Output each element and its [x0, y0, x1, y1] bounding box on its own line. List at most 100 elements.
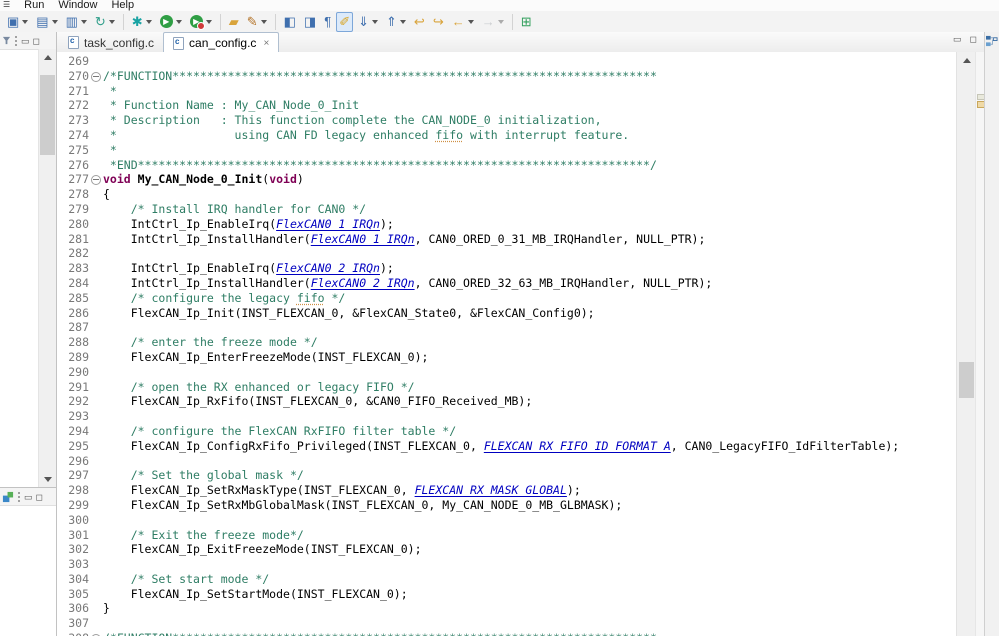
open-folder-button[interactable]: ▰	[226, 12, 242, 32]
code-text[interactable]: /* Install IRQ handler for CAN0 */	[103, 202, 366, 217]
line-number[interactable]: 274	[57, 128, 89, 143]
prev-annotation-button[interactable]: ⇑	[383, 12, 409, 32]
line-number[interactable]: 289	[57, 350, 89, 365]
line-number[interactable]: 275	[57, 143, 89, 158]
code-line[interactable]: 291 /* open the RX enhanced or legacy FI…	[57, 380, 957, 395]
code-line[interactable]: 279 /* Install IRQ handler for CAN0 */	[57, 202, 957, 217]
maximize-view-button[interactable]: ◻	[33, 34, 40, 48]
code-line[interactable]: 298 FlexCAN_Ip_SetRxMaskType(INST_FLEXCA…	[57, 483, 957, 498]
code-line[interactable]: 287	[57, 320, 957, 335]
line-number[interactable]: 299	[57, 498, 89, 513]
dropdown-arrow-icon[interactable]	[399, 19, 406, 24]
line-number[interactable]: 286	[57, 306, 89, 321]
line-number[interactable]: 282	[57, 246, 89, 261]
line-number[interactable]: 281	[57, 232, 89, 247]
code-text[interactable]: /* enter the freeze mode */	[103, 335, 318, 350]
code-text[interactable]: *	[103, 84, 117, 99]
next-edit-location-button[interactable]: ↪	[430, 12, 447, 32]
code-text[interactable]: /* Set start mode */	[103, 572, 269, 587]
code-line[interactable]: 304 /* Set start mode */	[57, 572, 957, 587]
code-line[interactable]: 306}	[57, 601, 957, 616]
pin-editor-button[interactable]: ◨	[301, 12, 319, 32]
toggle-source-header-button[interactable]: ◧	[281, 12, 299, 32]
code-line[interactable]: 285 /* configure the legacy fifo */	[57, 291, 957, 306]
line-number[interactable]: 308	[57, 631, 89, 636]
code-line[interactable]: 293	[57, 409, 957, 424]
maximize-view-button[interactable]: ◻	[36, 490, 43, 504]
line-number[interactable]: 273	[57, 113, 89, 128]
forward-button[interactable]: →	[479, 12, 507, 32]
code-text[interactable]: }	[103, 601, 110, 616]
code-text[interactable]: /*FUNCTION******************************…	[103, 69, 657, 84]
line-number[interactable]: 297	[57, 468, 89, 483]
toggle-highlight-button[interactable]: ✐	[336, 11, 354, 32]
back-button[interactable]: ←	[449, 12, 477, 32]
close-tab-icon[interactable]: ×	[263, 38, 269, 49]
code-line[interactable]: 283 IntCtrl_Ip_EnableIrq(FlexCAN0_2_IRQn…	[57, 261, 957, 276]
code-text[interactable]: FlexCAN_Ip_SetRxMaskType(INST_FLEXCAN_0,…	[103, 483, 581, 498]
view-grip[interactable]	[17, 490, 21, 503]
line-number[interactable]: 301	[57, 528, 89, 543]
code-line[interactable]: 292 FlexCAN_Ip_RxFifo(INST_FLEXCAN_0, &C…	[57, 394, 957, 409]
view-grip[interactable]	[14, 34, 18, 47]
code-text[interactable]: /*FUNCTION******************************…	[103, 631, 657, 636]
code-line[interactable]: 297 /* Set the global mask */	[57, 468, 957, 483]
line-number[interactable]: 306	[57, 601, 89, 616]
code-line[interactable]: 276 *END********************************…	[57, 158, 957, 173]
open-perspective-button[interactable]: ⊞	[518, 12, 535, 32]
scroll-down-arrow[interactable]	[39, 471, 56, 487]
outline-view-icon[interactable]	[986, 35, 998, 47]
show-whitespace-button[interactable]: ¶	[321, 12, 334, 32]
line-number[interactable]: 307	[57, 616, 89, 631]
code-line[interactable]: 301 /* Exit the freeze mode*/	[57, 528, 957, 543]
dropdown-arrow-icon[interactable]	[260, 19, 267, 24]
dropdown-arrow-icon[interactable]	[205, 19, 212, 24]
scroll-up-arrow[interactable]	[957, 52, 976, 68]
new-c-file-button[interactable]: ▥	[63, 12, 90, 32]
line-number[interactable]: 298	[57, 483, 89, 498]
code-line[interactable]: 273 * Description : This function comple…	[57, 113, 957, 128]
line-number[interactable]: 276	[57, 158, 89, 173]
code-text[interactable]: IntCtrl_Ip_EnableIrq(FlexCAN0_1_IRQn);	[103, 217, 394, 232]
line-number[interactable]: 277	[57, 172, 89, 187]
dropdown-arrow-icon[interactable]	[22, 19, 29, 24]
line-number[interactable]: 294	[57, 424, 89, 439]
code-text[interactable]: * Function Name : My_CAN_Node_0_Init	[103, 98, 359, 113]
line-number[interactable]: 272	[57, 98, 89, 113]
new-wizard-button[interactable]: ▣	[4, 12, 31, 32]
code-text[interactable]: FlexCAN_Ip_ConfigRxFifo_Privileged(INST_…	[103, 439, 900, 454]
filter-icon[interactable]	[2, 36, 11, 45]
tasks-view-icon[interactable]	[2, 491, 14, 503]
code-line[interactable]: 305 FlexCAN_Ip_SetStartMode(INST_FLEXCAN…	[57, 587, 957, 602]
run-button[interactable]: ▶	[157, 12, 185, 32]
line-number[interactable]: 287	[57, 320, 89, 335]
scroll-up-arrow[interactable]	[39, 49, 56, 65]
code-line[interactable]: 280 IntCtrl_Ip_EnableIrq(FlexCAN0_1_IRQn…	[57, 217, 957, 232]
line-number[interactable]: 278	[57, 187, 89, 202]
tab-task-config[interactable]: task_config.c	[59, 33, 163, 52]
code-line[interactable]: 288 /* enter the freeze mode */	[57, 335, 957, 350]
next-annotation-button[interactable]: ⇓	[355, 12, 381, 32]
code-text[interactable]: /* Exit the freeze mode*/	[103, 528, 304, 543]
code-text[interactable]: FlexCAN_Ip_EnterFreezeMode(INST_FLEXCAN_…	[103, 350, 429, 365]
code-line[interactable]: 269	[57, 54, 957, 69]
line-number[interactable]: 296	[57, 454, 89, 469]
code-text[interactable]: IntCtrl_Ip_InstallHandler(FlexCAN0_1_IRQ…	[103, 232, 706, 247]
code-line[interactable]: 290	[57, 365, 957, 380]
code-text[interactable]: FlexCAN_Ip_SetRxMbGlobalMask(INST_FLEXCA…	[103, 498, 623, 513]
code-line[interactable]: 272 * Function Name : My_CAN_Node_0_Init	[57, 98, 957, 113]
code-text[interactable]: {	[103, 187, 110, 202]
code-line[interactable]: 296	[57, 454, 957, 469]
code-line[interactable]: 274 * using CAN FD legacy enhanced fifo …	[57, 128, 957, 143]
code-text[interactable]: void My_CAN_Node_0_Init(void)	[103, 172, 304, 187]
code-line[interactable]: 303	[57, 557, 957, 572]
line-number[interactable]: 293	[57, 409, 89, 424]
fold-marker[interactable]	[91, 71, 101, 82]
line-number[interactable]: 300	[57, 513, 89, 528]
dropdown-arrow-icon[interactable]	[51, 19, 58, 24]
menu-item-help[interactable]: Help	[111, 0, 134, 11]
line-number[interactable]: 304	[57, 572, 89, 587]
new-project-button[interactable]: ▤	[33, 12, 60, 32]
dropdown-arrow-icon[interactable]	[145, 19, 152, 24]
line-number[interactable]: 302	[57, 542, 89, 557]
